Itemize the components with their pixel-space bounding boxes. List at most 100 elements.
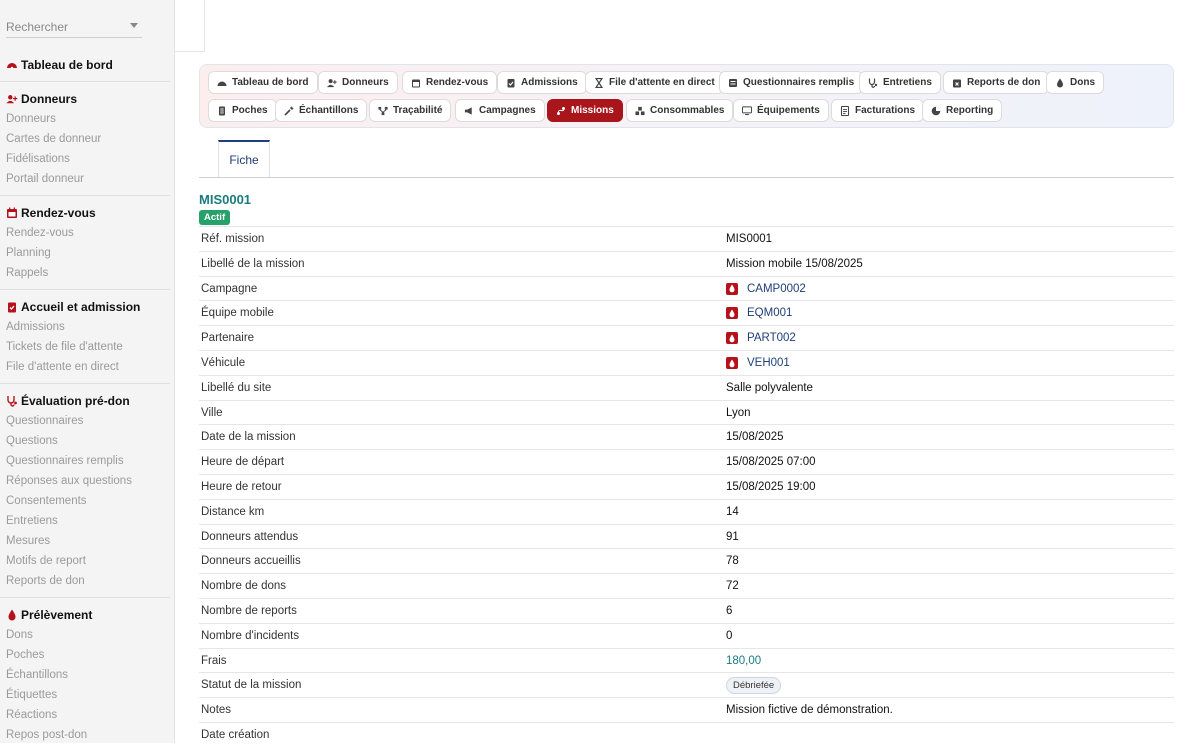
detail-row: Frais 180,00 (199, 647, 1174, 673)
sidebar-item-questionnaires-remplis[interactable]: Questionnaires remplis (0, 451, 170, 471)
sidebar-heading-label: Évaluation pré-don (21, 394, 130, 408)
detail-row: Nombre d'incidents 0 (199, 622, 1174, 648)
field-value: Lyon (726, 406, 751, 419)
reference-link[interactable]: VEH001 (726, 357, 790, 369)
nav-missions[interactable]: Missions (547, 99, 623, 122)
detail-row: Libellé de la mission Mission mobile 15/0… (199, 250, 1174, 276)
nav-label: Campagnes (479, 105, 536, 116)
nav-questionnaires-remplis[interactable]: Questionnaires remplis (719, 71, 864, 94)
detail-row: Nombre de dons 72 (199, 573, 1174, 598)
nav-donneurs[interactable]: Donneurs (318, 71, 398, 94)
nav-label: Reporting (946, 105, 994, 116)
sidebar-item-reports[interactable]: Reports de don (0, 571, 170, 591)
sidebar-item-etiquettes[interactable]: Étiquettes (0, 685, 170, 705)
detail-row: Ville Lyon (199, 399, 1174, 425)
field-label: Nombre de reports (201, 605, 297, 617)
nav-facturations[interactable]: Facturations (831, 99, 925, 122)
sidebar-item-rappels[interactable]: Rappels (0, 263, 170, 283)
sidebar-item-consentements[interactable]: Consentements (0, 491, 170, 511)
search-input[interactable]: Rechercher (6, 14, 142, 38)
sidebar-item-motifs[interactable]: Motifs de report (0, 551, 170, 571)
reference-link-text[interactable]: EQM001 (747, 307, 792, 319)
sidebar-item-mesures[interactable]: Mesures (0, 531, 170, 551)
field-value: 14 (726, 505, 739, 518)
nav-tracabilite[interactable]: Traçabilité (369, 99, 452, 122)
chevron-down-icon[interactable] (130, 23, 138, 28)
sidebar-item-reactions[interactable]: Réactions (0, 705, 170, 725)
nav-file-attente[interactable]: File d'attente en direct (585, 71, 724, 94)
sidebar-heading-admission[interactable]: Accueil et admission (0, 299, 170, 315)
document-icon (217, 106, 227, 116)
reference-link[interactable]: EQM001 (726, 307, 792, 320)
nav-reporting[interactable]: Reporting (922, 99, 1003, 122)
sidebar-item-dons[interactable]: Dons (0, 625, 170, 645)
field-value: 15/08/2025 19:00 (726, 481, 816, 493)
reference-link[interactable]: CAMP0002 (726, 282, 806, 295)
sidebar-item-admissions[interactable]: Admissions (0, 317, 170, 337)
eyedropper-icon (284, 106, 294, 116)
sidebar-item-portail[interactable]: Portail donneur (0, 169, 170, 189)
nav-admissions[interactable]: Admissions (497, 71, 587, 94)
detail-row: Donneurs attendus 91 (199, 523, 1174, 549)
nav-tableau-de-bord[interactable]: Tableau de bord (208, 71, 318, 94)
sidebar-item-file-direct[interactable]: File d'attente en direct (0, 357, 170, 377)
sidebar-item-rendez-vous[interactable]: Rendez-vous (0, 223, 170, 243)
blood-drop-icon (1055, 78, 1065, 88)
top-corner-block (175, 0, 205, 52)
clipboard-check-icon (6, 301, 18, 313)
sidebar-heading-collection[interactable]: Prélèvement (0, 607, 170, 623)
sidebar-item-echantillons[interactable]: Échantillons (0, 665, 170, 685)
nav-entretiens[interactable]: Entretiens (859, 71, 941, 94)
sidebar-item-planning[interactable]: Planning (0, 243, 170, 263)
search-placeholder: Rechercher (6, 20, 69, 34)
sidebar-item-repos[interactable]: Repos post-don (0, 725, 170, 743)
detail-row: Date création (199, 722, 1174, 747)
nav-dons[interactable]: Dons (1046, 71, 1104, 94)
sidebar-heading-donors[interactable]: Donneurs (0, 91, 170, 107)
sidebar-item-tickets[interactable]: Tickets de file d'attente (0, 337, 170, 357)
hourglass-icon (594, 77, 604, 88)
detail-row: Nombre de reports 6 (199, 598, 1174, 623)
user-plus-icon (327, 78, 337, 88)
sidebar-item-poches[interactable]: Poches (0, 645, 170, 665)
sidebar-heading-appointments[interactable]: Rendez-vous (0, 205, 170, 221)
sidebar-heading-dashboard[interactable]: Tableau de bord (0, 57, 170, 73)
reference-link-text[interactable]: PART002 (747, 332, 796, 344)
nav-campagnes[interactable]: Campagnes (455, 99, 545, 122)
blood-drop-icon (6, 609, 18, 621)
nav-reports-de-don[interactable]: Reports de don (943, 71, 1050, 94)
nav-equipements[interactable]: Équipements (733, 99, 829, 122)
sidebar-item-questions[interactable]: Questions (0, 431, 170, 451)
reference-link[interactable]: PART002 (726, 332, 796, 345)
sidebar-item-reponses[interactable]: Réponses aux questions (0, 471, 170, 491)
sidebar-item-cartes[interactable]: Cartes de donneur (0, 129, 170, 149)
sidebar-item-fidelisations[interactable]: Fidélisations (0, 149, 170, 169)
field-value: Mission fictive de démonstration. (726, 704, 893, 717)
sidebar-heading-evaluation[interactable]: Évaluation pré-don (0, 393, 170, 409)
gauge-icon (6, 59, 18, 71)
pie-chart-icon (931, 106, 941, 116)
nav-label: Admissions (521, 77, 578, 88)
field-value: 78 (726, 555, 739, 568)
nav-consommables[interactable]: Consommables (626, 99, 734, 122)
nav-echantillons[interactable]: Échantillons (275, 99, 368, 122)
sidebar-item-donneurs[interactable]: Donneurs (0, 109, 170, 129)
nav-label: Missions (571, 105, 614, 116)
field-label: Heure de retour (201, 481, 282, 493)
nav-rendez-vous[interactable]: Rendez-vous (402, 71, 498, 94)
detail-row: Campagne CAMP0002 (199, 275, 1174, 301)
nav-label: Échantillons (299, 105, 359, 116)
nav-poches[interactable]: Poches (208, 99, 277, 122)
sidebar-section-admission: Accueil et admission Admissions Tickets … (0, 299, 170, 377)
sidebar: Rechercher Tableau de bord Donneurs Donn… (0, 0, 175, 743)
sidebar-item-entretiens[interactable]: Entretiens (0, 511, 170, 531)
blood-drop-icon (726, 357, 738, 369)
field-label: Nombre de dons (201, 580, 287, 593)
form-icon (728, 78, 738, 88)
sidebar-item-questionnaires[interactable]: Questionnaires (0, 411, 170, 431)
calendar-x-icon (952, 78, 962, 88)
reference-link-text[interactable]: VEH001 (747, 357, 790, 369)
detail-row: Libellé du site Salle polyvalente (199, 374, 1174, 400)
tab-fiche[interactable]: Fiche (218, 140, 270, 177)
reference-link-text[interactable]: CAMP0002 (747, 283, 806, 295)
